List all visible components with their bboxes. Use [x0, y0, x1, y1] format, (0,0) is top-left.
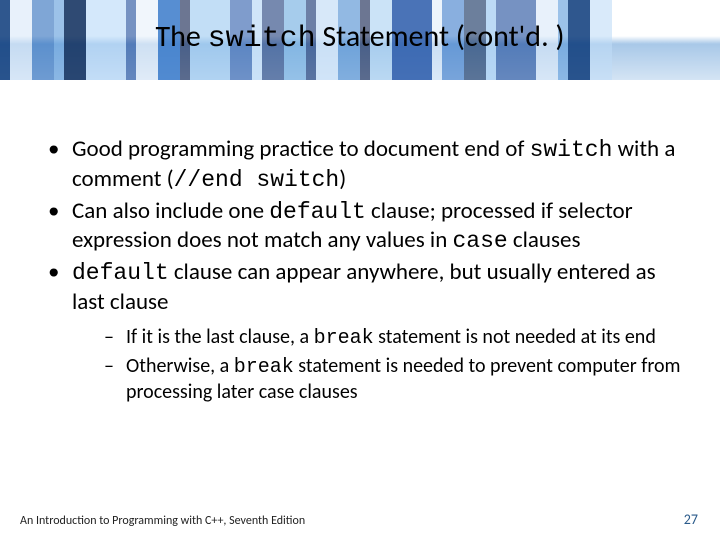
- title-post: Statement (cont'd. ): [316, 18, 565, 55]
- slide: The switch Statement (cont'd. ) Good pro…: [0, 0, 720, 540]
- code-run: //end switch: [174, 167, 340, 193]
- text-run: Good programming practice to document en…: [72, 135, 530, 163]
- title-pre: The: [155, 18, 207, 55]
- code-run: case: [452, 228, 507, 254]
- sub-list: If it is the last clause, a break statem…: [72, 325, 684, 405]
- text-run: ): [339, 165, 346, 193]
- slide-title: The switch Statement (cont'd. ): [0, 18, 720, 56]
- text-run: statement is not needed at its end: [374, 325, 656, 349]
- list-item: Can also include one default clause; pro…: [44, 197, 684, 257]
- bullet-list: Good programming practice to document en…: [44, 135, 684, 405]
- text-run: Can also include one: [72, 197, 269, 225]
- text-run: clauses: [508, 226, 581, 254]
- list-item: default clause can appear anywhere, but …: [44, 258, 684, 405]
- page-number: 27: [684, 511, 698, 528]
- footer-text: An Introduction to Programming with C++,…: [20, 514, 305, 528]
- text-run: Otherwise, a: [126, 354, 234, 378]
- code-run: default: [72, 260, 169, 286]
- code-run: default: [269, 199, 366, 225]
- list-item: Good programming practice to document en…: [44, 135, 684, 195]
- code-run: switch: [530, 137, 613, 163]
- slide-body: Good programming practice to document en…: [44, 135, 684, 408]
- sub-list-item: If it is the last clause, a break statem…: [102, 325, 684, 351]
- code-run: break: [234, 356, 294, 379]
- sub-list-item: Otherwise, a break statement is needed t…: [102, 354, 684, 405]
- code-run: break: [314, 327, 374, 350]
- title-code: switch: [208, 22, 316, 56]
- text-run: If it is the last clause, a: [126, 325, 314, 349]
